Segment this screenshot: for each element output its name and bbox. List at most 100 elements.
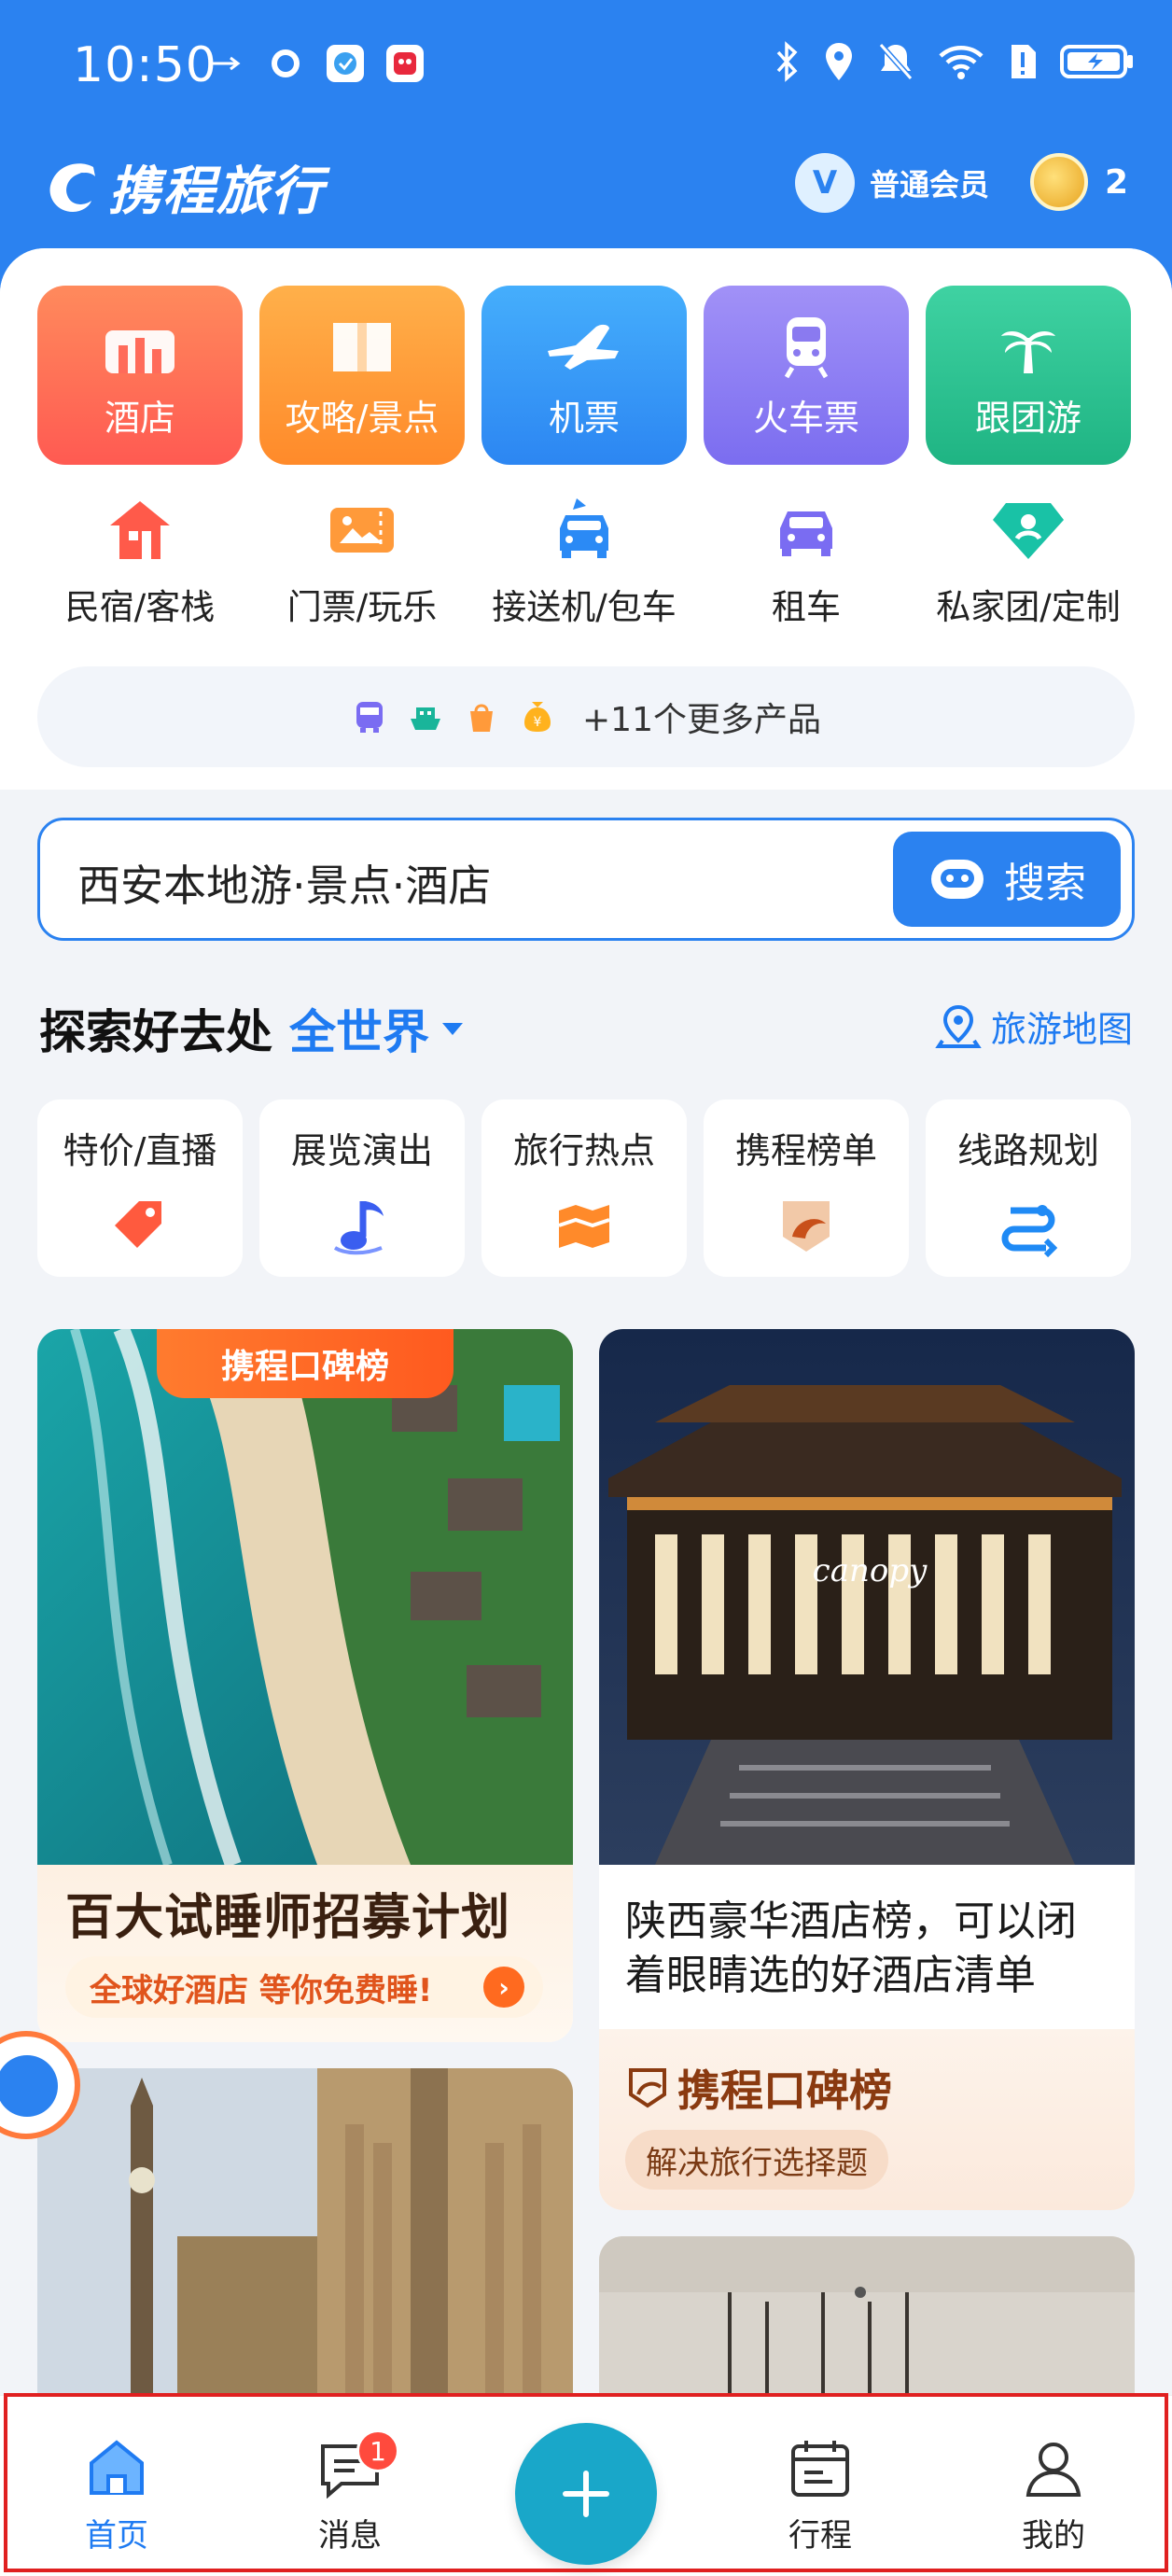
card-tag: 解决旅行选择题 <box>625 2130 888 2190</box>
ctrip-logo[interactable]: 携程旅行 <box>43 149 325 225</box>
robot-assistant-icon <box>931 860 984 899</box>
travel-map-label: 旅游地图 <box>990 1009 1133 1050</box>
hotel-sign-text: canopy <box>813 1552 928 1589</box>
category-label: 展览演出 <box>290 1130 433 1171</box>
secondary-services: 民宿/客栈 门票/玩乐 接送机/包车 租车 私家团/定制 <box>37 495 1131 635</box>
app-notification-icon <box>327 45 364 82</box>
service-flights[interactable]: 机票 <box>481 286 687 465</box>
member-level-label: 普通会员 <box>870 167 990 203</box>
card-title: 陕西豪华酒店榜，可以闭着眼睛选的好酒店清单 <box>625 1897 1077 1999</box>
service-private-tour[interactable]: 私家团/定制 <box>926 495 1131 635</box>
car-icon <box>704 495 909 566</box>
route-icon <box>926 1194 1131 1259</box>
status-bar: 10:50 <box>0 0 1172 131</box>
tab-messages[interactable]: 1 消息 <box>280 2429 420 2555</box>
diamond-icon <box>926 495 1131 566</box>
ranking-icon <box>629 2068 666 2108</box>
coin-entry[interactable]: 2 <box>1030 153 1128 211</box>
service-label: 机票 <box>548 398 620 439</box>
ranking-label-text: 携程口碑榜 <box>677 2065 892 2116</box>
service-tickets[interactable]: 门票/玩乐 <box>259 495 465 635</box>
membership-entry[interactable]: V 普通会员 <box>795 153 989 213</box>
service-homestay[interactable]: 民宿/客栈 <box>37 495 243 635</box>
wifi-icon <box>939 46 984 79</box>
service-airport-transfer[interactable]: 接送机/包车 <box>481 495 687 635</box>
search-button-label: 搜索 <box>1004 860 1086 907</box>
shopping-bag-icon <box>470 704 493 732</box>
coin-count: 2 <box>1105 162 1129 202</box>
service-label: 攻略/景点 <box>285 398 440 439</box>
explore-scope-selector[interactable]: 全世界 <box>289 995 429 1062</box>
service-car-rental[interactable]: 租车 <box>704 495 909 635</box>
status-time: 10:50 <box>73 37 217 93</box>
ranking-pill-label: 携程口碑榜 <box>220 1348 389 1386</box>
service-label: 私家团/定制 <box>936 587 1121 627</box>
chevron-down-icon[interactable] <box>442 1022 463 1035</box>
guide-book-icon <box>320 314 404 383</box>
category-route-planning[interactable]: 线路规划 <box>926 1099 1131 1277</box>
bus-icon <box>356 702 383 733</box>
category-label: 线路规划 <box>956 1130 1099 1171</box>
category-label: 旅行热点 <box>512 1130 655 1171</box>
tab-home[interactable]: 首页 <box>47 2437 187 2555</box>
calendar-icon <box>791 2441 849 2497</box>
category-exhibitions[interactable]: 展览演出 <box>259 1099 465 1277</box>
ranking-icon <box>704 1194 909 1259</box>
status-system-icons <box>773 41 1135 82</box>
dolphin-logo-icon <box>49 162 95 212</box>
feed-card-sleep-tester[interactable]: 携程口碑榜 百大试睡师招募计划 全球好酒店 等你免费睡! › <box>37 1329 573 2042</box>
service-label: 租车 <box>772 587 841 627</box>
card-cta[interactable]: 全球好酒店 等你免费睡! › <box>65 1956 543 2018</box>
airplane-icon <box>542 314 626 383</box>
service-label: 接送机/包车 <box>492 587 677 627</box>
feed-card-shaanxi-hotels[interactable]: canopy 陕西豪华酒店榜，可以闭着眼睛选的好酒店清单 携程口碑榜 解决旅行选… <box>599 1329 1135 2210</box>
plus-icon <box>563 2471 609 2517</box>
travel-map-link[interactable]: 旅游地图 <box>935 1001 1133 1052</box>
video-app-icon <box>386 45 424 82</box>
sim-alert-icon <box>1012 45 1036 78</box>
unread-badge: 1 <box>356 2429 399 2472</box>
flame-map-icon <box>481 1194 687 1259</box>
hotel-night-image: canopy <box>599 1329 1135 1865</box>
member-v-icon: V <box>795 153 855 213</box>
mute-bell-icon <box>878 43 914 80</box>
publish-button[interactable] <box>515 2423 657 2565</box>
hotel-icon <box>98 314 182 383</box>
map-pin-icon <box>935 1004 982 1048</box>
search-box[interactable]: 西安本地游·景点·酒店 搜索 <box>37 818 1135 941</box>
airport-car-icon <box>481 495 687 566</box>
category-ctrip-rankings[interactable]: 携程榜单 <box>704 1099 909 1277</box>
service-guide[interactable]: 攻略/景点 <box>259 286 465 465</box>
service-label: 跟团游 <box>974 398 1081 439</box>
service-group-tour[interactable]: 跟团游 <box>926 286 1131 465</box>
search-input[interactable]: 西安本地游·景点·酒店 <box>77 852 491 914</box>
ticket-icon <box>259 495 465 566</box>
chevron-right-icon: › <box>483 1967 524 2008</box>
category-label: 特价/直播 <box>63 1130 217 1171</box>
tab-mine[interactable]: 我的 <box>984 2437 1123 2555</box>
globe-icon <box>267 45 304 82</box>
train-icon <box>764 314 848 383</box>
service-label: 门票/玩乐 <box>286 587 438 627</box>
tab-label: 行程 <box>788 2517 852 2555</box>
money-bag-icon: ¥ <box>524 702 551 732</box>
tab-label: 首页 <box>85 2517 148 2555</box>
tab-trips[interactable]: 行程 <box>750 2437 890 2555</box>
more-products-bar[interactable]: ¥ +11个更多产品 <box>37 666 1135 767</box>
palm-tree-icon <box>986 314 1070 383</box>
battery-charging-icon <box>1060 45 1133 78</box>
service-label: 民宿/客栈 <box>64 587 216 627</box>
service-train[interactable]: 火车票 <box>704 286 909 465</box>
card-cta-label: 全球好酒店 等你免费睡! <box>90 1971 433 2009</box>
explore-title: 探索好去处 <box>39 1005 272 1059</box>
category-deals-live[interactable]: 特价/直播 <box>37 1099 243 1277</box>
house-icon <box>37 495 243 566</box>
service-hotel[interactable]: 酒店 <box>37 286 243 465</box>
tab-label: 消息 <box>318 2517 382 2555</box>
ranking-label: 携程口碑榜 <box>627 2057 892 2119</box>
service-label: 火车票 <box>752 398 859 439</box>
search-button[interactable]: 搜索 <box>893 832 1121 927</box>
location-icon <box>826 43 852 80</box>
more-products-label: +11个更多产品 <box>582 701 821 739</box>
category-travel-hotspots[interactable]: 旅行热点 <box>481 1099 687 1277</box>
